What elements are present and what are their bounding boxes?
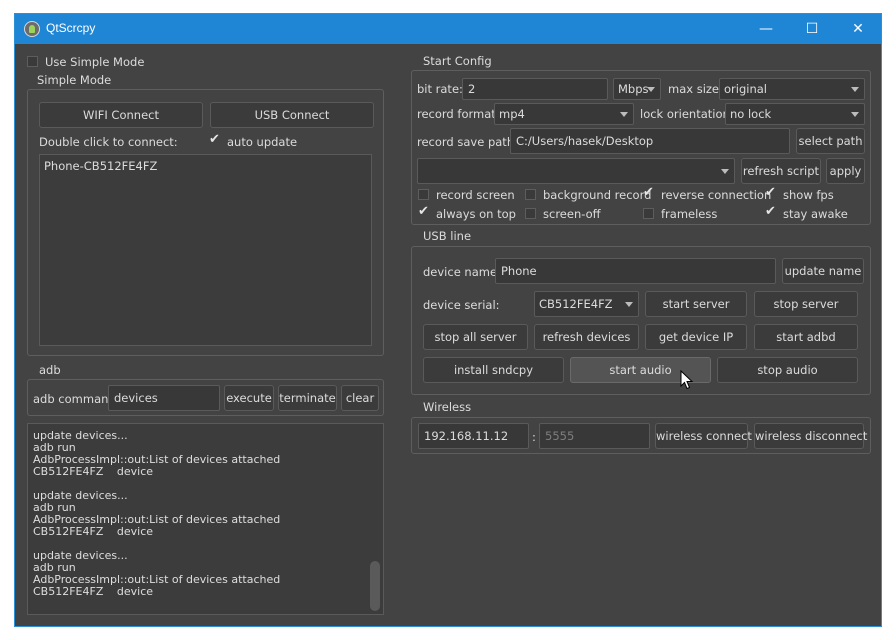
install-sndcpy-button[interactable]: install sndcpy <box>423 357 564 383</box>
record-format-label: record format: <box>417 107 500 121</box>
mouse-cursor-icon <box>680 370 694 390</box>
adb-group-title: adb <box>39 363 61 377</box>
start-config-group-title: Start Config <box>423 54 492 68</box>
max-size-label: max size: <box>668 82 723 96</box>
checkmark-icon: ✔ <box>418 204 429 219</box>
log-line: CB512FE4FZ device <box>33 465 154 478</box>
checkbox-box <box>525 208 536 219</box>
adb-group: adb command: devices execute terminate c… <box>27 379 384 416</box>
record-save-path-input[interactable]: C:/Users/hasek/Desktop <box>510 128 790 154</box>
checkmark-icon: ✔ <box>765 185 776 200</box>
bit-rate-input[interactable]: 2 <box>462 78 608 100</box>
usb-line-group-title: USB line <box>423 229 472 243</box>
chevron-down-icon <box>721 169 729 174</box>
wireless-group: 192.168.11.12 : 5555 wireless connect wi… <box>411 417 871 454</box>
main-window: QtScrcpy — ☐ ✕ Use Simple Mode Simple Mo… <box>14 13 882 627</box>
usb-line-group: device name: Phone update name device se… <box>411 246 871 395</box>
record-save-path-label: record save path: <box>417 135 518 149</box>
update-name-button[interactable]: update name <box>782 258 864 284</box>
bit-rate-unit-select[interactable]: Mbps <box>613 78 661 100</box>
maximize-button[interactable]: ☐ <box>789 14 835 44</box>
wireless-group-title: Wireless <box>423 400 472 414</box>
lock-orientation-label: lock orientation: <box>640 107 734 121</box>
max-size-select[interactable]: original <box>719 78 865 100</box>
simple-mode-group: WIFI Connect USB Connect Double click to… <box>27 89 384 356</box>
log-line: CB512FE4FZ device <box>33 585 154 598</box>
android-app-icon <box>24 21 40 37</box>
wireless-disconnect-button[interactable]: wireless disconnect <box>754 423 867 449</box>
chevron-down-icon <box>647 87 655 92</box>
chevron-down-icon <box>851 112 859 117</box>
device-serial-label: device serial: <box>423 298 500 312</box>
log-line: CB512FE4FZ device <box>33 525 154 538</box>
checkbox-box <box>418 189 429 200</box>
minimize-button[interactable]: — <box>743 14 789 44</box>
list-item[interactable]: Phone-CB512FE4FZ <box>44 159 157 173</box>
chevron-down-icon <box>851 87 859 92</box>
wireless-ip-input[interactable]: 192.168.11.12 <box>418 423 529 449</box>
scrollbar-thumb[interactable] <box>370 561 380 611</box>
checkmark-icon: ✔ <box>765 204 776 219</box>
execute-button[interactable]: execute <box>224 385 274 411</box>
device-name-label: device name: <box>423 265 501 279</box>
ip-port-separator: : <box>532 430 536 444</box>
script-select[interactable] <box>417 158 735 184</box>
get-device-ip-button[interactable]: get device IP <box>645 324 747 350</box>
log-lines: update devices... adb run AdbProcessImpl::… <box>33 430 280 598</box>
double-click-label: Double click to connect: <box>39 135 178 149</box>
device-name-input[interactable]: Phone <box>495 258 776 284</box>
window-title: QtScrcpy <box>46 21 96 35</box>
adb-command-label: adb command: <box>33 392 120 406</box>
start-config-group: bit rate: 2 Mbps max size: original reco… <box>411 70 871 225</box>
chevron-down-icon <box>620 112 628 117</box>
refresh-script-button[interactable]: refresh script <box>741 158 821 184</box>
checkmark-icon: ✔ <box>209 132 220 147</box>
checkbox-box <box>643 208 654 219</box>
stop-all-server-button[interactable]: stop all server <box>423 324 528 350</box>
adb-command-input[interactable]: devices <box>108 385 220 411</box>
device-serial-select[interactable]: CB512FE4FZ <box>534 291 639 317</box>
apply-button[interactable]: apply <box>826 158 865 184</box>
bit-rate-label: bit rate: <box>417 82 463 96</box>
select-path-button[interactable]: select path <box>796 128 865 154</box>
device-list[interactable]: Phone-CB512FE4FZ <box>39 154 372 346</box>
chevron-down-icon <box>625 302 633 307</box>
wireless-port-input[interactable]: 5555 <box>539 423 650 449</box>
log-scrollbar[interactable] <box>370 427 380 611</box>
wifi-connect-button[interactable]: WIFI Connect <box>39 102 203 128</box>
checkbox-box <box>525 189 536 200</box>
refresh-devices-button[interactable]: refresh devices <box>534 324 639 350</box>
simple-mode-group-title: Simple Mode <box>37 73 112 87</box>
usb-connect-button[interactable]: USB Connect <box>210 102 374 128</box>
stop-server-button[interactable]: stop server <box>754 291 858 317</box>
wireless-connect-button[interactable]: wireless connect <box>655 423 752 449</box>
title-bar: QtScrcpy — ☐ ✕ <box>15 14 881 44</box>
checkmark-icon: ✔ <box>643 185 654 200</box>
checkbox-box <box>27 56 38 67</box>
adb-log-output[interactable]: update devices... adb run AdbProcessImpl::… <box>27 423 384 615</box>
close-button[interactable]: ✕ <box>835 14 881 44</box>
record-format-select[interactable]: mp4 <box>494 103 634 125</box>
lock-orientation-select[interactable]: no lock <box>725 103 865 125</box>
stop-audio-button[interactable]: stop audio <box>717 357 858 383</box>
clear-button[interactable]: clear <box>341 385 379 411</box>
terminate-button[interactable]: terminate <box>278 385 337 411</box>
start-adbd-button[interactable]: start adbd <box>754 324 858 350</box>
start-server-button[interactable]: start server <box>645 291 747 317</box>
